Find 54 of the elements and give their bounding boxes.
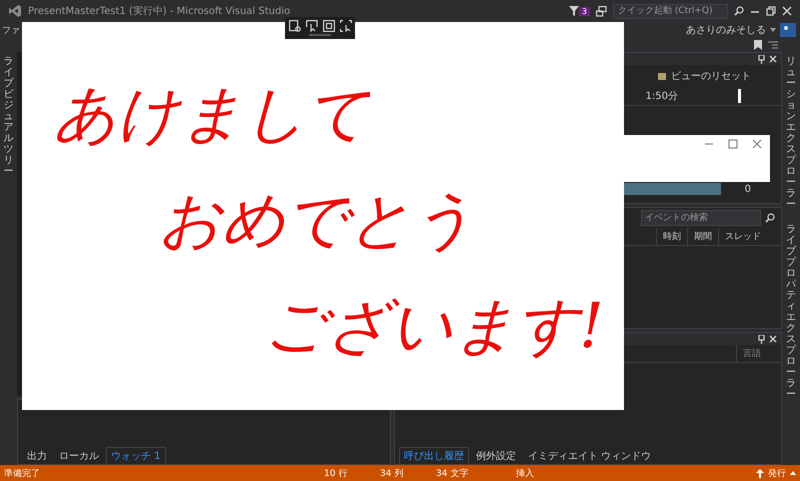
status-text: 挿入 — [516, 468, 534, 480]
tool-window-tab[interactable]: リューションエクスプローラー — [786, 56, 796, 210]
status-text: 34 列 — [380, 468, 404, 480]
column-header[interactable]: 時刻 — [656, 228, 687, 245]
frame-icon[interactable] — [322, 20, 334, 32]
reset-view-icon[interactable] — [657, 71, 667, 81]
indent-icon[interactable] — [768, 40, 778, 50]
reset-view-button[interactable]: ビューのリセット — [671, 69, 751, 83]
filter-icon[interactable] — [568, 6, 579, 16]
pointer-frame-icon[interactable] — [340, 20, 352, 32]
panel-tab[interactable]: 呼び出し履歴 — [399, 447, 469, 465]
whiteboard-canvas[interactable]: あけまして おめでとう ございます! — [22, 22, 624, 410]
close-icon[interactable] — [752, 139, 762, 149]
panel-tab[interactable]: イミディエイト ウィンドウ — [523, 447, 656, 465]
pin-icon[interactable] — [758, 54, 765, 64]
panel-tab[interactable]: 出力 — [22, 447, 52, 465]
restore-icon[interactable] — [766, 6, 776, 16]
notification-badge: 3 — [578, 6, 590, 16]
column-header[interactable]: スレッド — [718, 228, 767, 245]
menu-item[interactable]: ファ — [2, 24, 20, 36]
handwritten-text: あけまして — [54, 80, 369, 148]
handwritten-text: ございます! — [264, 292, 604, 361]
status-text: 準備完了 — [4, 468, 41, 480]
timeline-label: 1:50分 — [646, 90, 678, 103]
panel-tab[interactable]: 例外設定 — [471, 447, 521, 465]
pin-icon[interactable] — [758, 334, 765, 344]
handwritten-text: おめでとう — [159, 186, 474, 254]
feedback-icon[interactable] — [596, 6, 607, 16]
up-arrow-icon[interactable] — [756, 468, 764, 478]
tool-window-tab[interactable]: ライブプロパティエクスプローラー — [786, 224, 796, 400]
visual-studio-logo-icon — [8, 4, 22, 18]
pointer-icon[interactable] — [306, 20, 318, 32]
column-header[interactable]: 言語 — [736, 345, 767, 362]
panel-tab[interactable]: ウォッチ 1 — [106, 447, 166, 465]
timeline-marker[interactable] — [738, 89, 741, 103]
avatar-icon[interactable] — [780, 23, 796, 37]
dropdown-caret-icon[interactable] — [790, 471, 796, 475]
search-icon[interactable] — [765, 213, 775, 223]
status-text: 34 文字 — [436, 468, 470, 480]
dropdown-caret-icon[interactable] — [770, 28, 776, 32]
window-title: PresentMasterTest1 (実行中) - Microsoft Visual Studio — [28, 4, 290, 18]
bookmark-icon[interactable] — [754, 40, 762, 50]
panel-tab[interactable]: ローカル — [54, 447, 104, 465]
publish-button[interactable]: 発行 — [768, 466, 786, 480]
tool-window-tab[interactable]: ライブビジュアルツリー — [4, 56, 14, 177]
user-name[interactable]: あさりのみそしる — [686, 23, 766, 37]
column-header[interactable]: 期間 — [687, 228, 718, 245]
quick-launch-field[interactable]: クイック起動 (Ctrl+Q) — [613, 4, 728, 18]
event-search-field[interactable]: イベントの検索 — [641, 210, 761, 226]
window-gear-icon[interactable] — [288, 20, 300, 32]
status-text: 10 行 — [324, 468, 348, 480]
memory-reading: 0 — [744, 184, 751, 194]
search-icon[interactable] — [734, 6, 744, 16]
maximize-icon[interactable] — [728, 139, 738, 149]
